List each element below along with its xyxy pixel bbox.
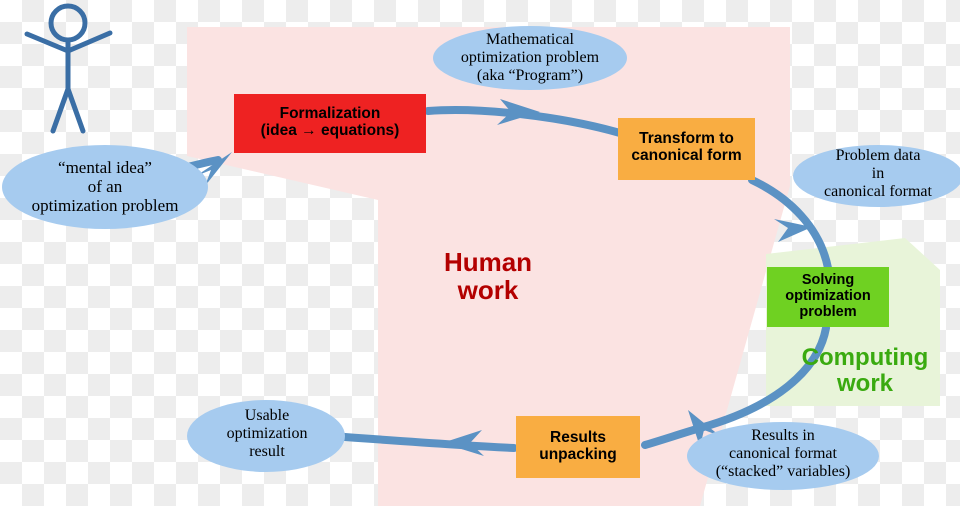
stick-figure-leg-right: [65, 86, 86, 134]
ellipse-problem-data-canonical[interactable]: [793, 145, 960, 207]
stick-figure-head-icon: [48, 3, 88, 43]
box-solving[interactable]: [767, 267, 889, 327]
box-results-unpacking[interactable]: [516, 416, 640, 478]
box-formalization[interactable]: [234, 94, 426, 153]
stick-figure-arm-right: [65, 30, 113, 54]
ellipse-results-canonical[interactable]: [687, 422, 879, 490]
ellipse-math-optimization-problem[interactable]: [433, 26, 627, 90]
ellipse-usable-result[interactable]: [187, 400, 345, 472]
stick-figure-leg-left: [50, 86, 71, 134]
diagram-canvas: Human work Computing work “mental idea” …: [0, 0, 960, 506]
ellipse-mental-idea[interactable]: [2, 145, 208, 229]
box-transform-canonical[interactable]: [618, 118, 755, 180]
diagram-vector-layer: [2, 3, 960, 506]
stick-figure-actor: [24, 3, 113, 134]
